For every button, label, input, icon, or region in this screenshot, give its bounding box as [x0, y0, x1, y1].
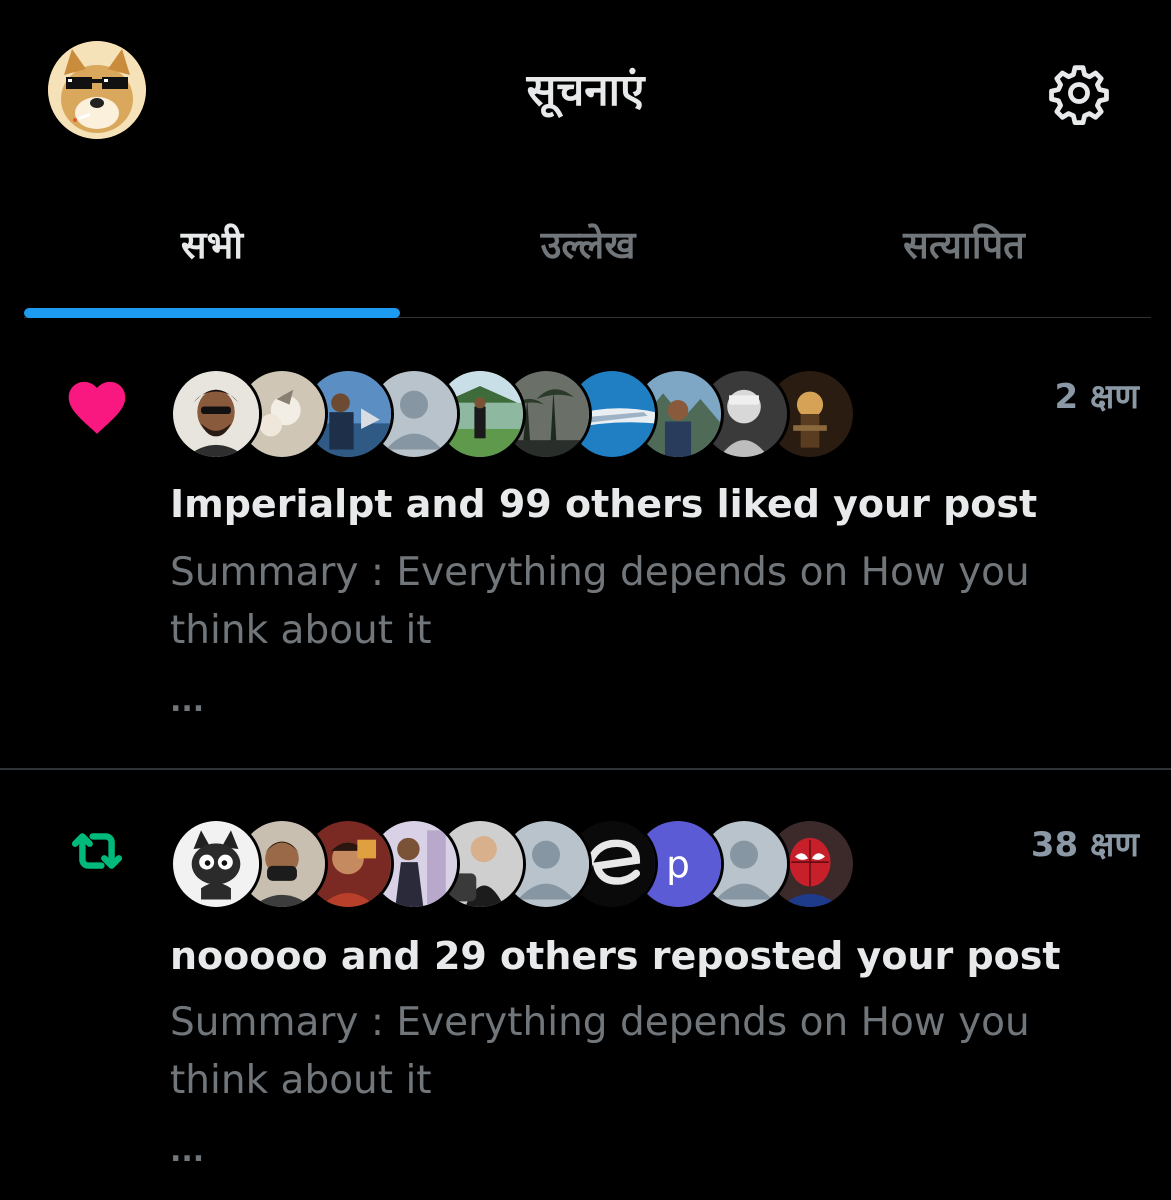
notifications-screen: सूचनाएं सभी उल्लेख सत्यापित 2 क्षण Imper… — [0, 0, 1171, 1200]
more-ellipsis: ... — [170, 1134, 205, 1169]
notification-item-like[interactable]: 2 क्षण Imperialpt and 99 others liked yo… — [0, 340, 1171, 770]
notification-divider — [0, 768, 1171, 770]
more-ellipsis: ... — [170, 684, 205, 719]
gear-icon — [1049, 65, 1109, 125]
notification-headline: nooooo and 29 others reposted your post — [170, 934, 1061, 978]
avatar[interactable] — [170, 368, 262, 460]
notification-headline: Imperialpt and 99 others liked your post — [170, 482, 1038, 526]
settings-button[interactable] — [1044, 58, 1114, 128]
top-bar: सूचनाएं — [0, 0, 1171, 190]
post-summary: Summary : Everything depends on How you … — [170, 1000, 1030, 1103]
active-tab-indicator — [24, 308, 400, 318]
notification-tabs: सभी उल्लेख सत्यापित — [0, 190, 1171, 320]
notification-time: 2 क्षण — [1054, 377, 1139, 417]
post-summary: Summary : Everything depends on How you … — [170, 550, 1030, 653]
avatar-letter: p — [666, 842, 690, 886]
tab-all[interactable]: सभी — [24, 218, 400, 278]
tab-mentions[interactable]: उल्लेख — [400, 218, 776, 278]
heart-icon — [62, 372, 132, 442]
reposter-avatars[interactable]: p — [170, 818, 870, 910]
avatar[interactable] — [170, 818, 262, 910]
repost-icon — [62, 816, 132, 886]
notification-time: 38 क्षण — [1030, 825, 1139, 865]
tab-verified[interactable]: सत्यापित — [776, 218, 1152, 278]
liker-avatars[interactable] — [170, 368, 870, 460]
notification-item-repost[interactable]: p 38 क्षण nooooo and 29 others reposted … — [0, 772, 1171, 1200]
page-title: सूचनाएं — [526, 65, 645, 116]
